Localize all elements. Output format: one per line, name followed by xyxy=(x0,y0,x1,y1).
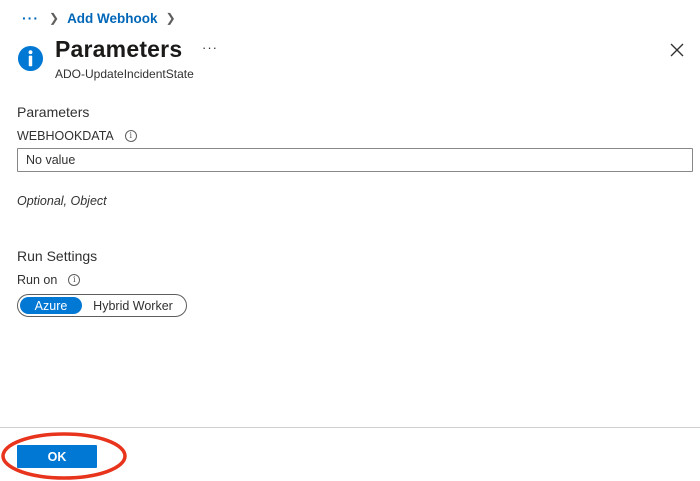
run-on-option-azure[interactable]: Azure xyxy=(20,297,82,314)
chevron-right-icon: ❯ xyxy=(49,11,60,25)
info-circle-icon[interactable]: i xyxy=(68,274,81,286)
page-subtitle: ADO-UpdateIncidentState xyxy=(55,67,194,81)
breadcrumb-item-add-webhook[interactable]: Add Webhook xyxy=(67,11,158,26)
webhookdata-label-row: WEBHOOKDATA i xyxy=(17,129,137,143)
run-on-label-row: Run on i xyxy=(17,273,81,287)
chevron-right-icon: ❯ xyxy=(165,11,176,25)
parameters-section-title: Parameters xyxy=(17,104,90,120)
info-icon xyxy=(17,45,44,72)
more-icon[interactable]: ··· xyxy=(202,41,218,55)
webhookdata-input[interactable] xyxy=(17,148,693,172)
run-on-option-hybrid-worker[interactable]: Hybrid Worker xyxy=(82,297,184,314)
run-on-label: Run on xyxy=(17,273,58,287)
breadcrumb-overflow-button[interactable]: ··· xyxy=(22,10,39,26)
webhookdata-hint: Optional, Object xyxy=(17,194,107,208)
info-circle-icon[interactable]: i xyxy=(124,130,137,142)
run-settings-section-title: Run Settings xyxy=(17,248,98,264)
close-icon[interactable] xyxy=(670,43,684,57)
run-on-toggle[interactable]: Azure Hybrid Worker xyxy=(17,294,187,317)
page-title: Parameters xyxy=(55,36,183,62)
webhookdata-label: WEBHOOKDATA xyxy=(17,129,114,143)
add-webhook-parameters-panel: ··· ❯ Add Webhook ❯ Parameters ··· ADO-U… xyxy=(0,0,700,481)
breadcrumb: ··· ❯ Add Webhook ❯ xyxy=(22,8,184,28)
highlight-annotation xyxy=(1,432,127,480)
